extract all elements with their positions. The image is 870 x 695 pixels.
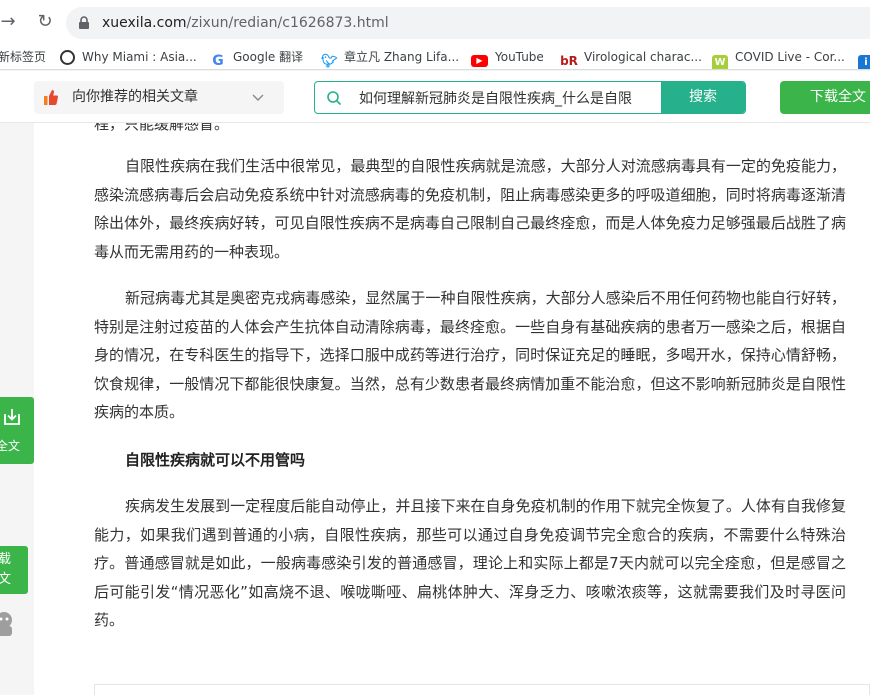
bookmark-why-miami[interactable]: Why Miami : Asia... — [60, 46, 197, 69]
article-cut-line: 程，只能缓解感冒。 — [94, 123, 230, 133]
bookmark-new-tab[interactable]: 新标签页 — [0, 46, 46, 69]
br-icon: bR — [560, 54, 578, 68]
w-icon: W — [712, 55, 728, 69]
download-side-label-2: 文 — [0, 572, 12, 587]
blue-icon: i — [858, 55, 870, 69]
download-full-text-button[interactable]: 下载全文 — [780, 81, 870, 114]
globe-icon — [60, 50, 75, 65]
bookmark-zhang-lifan[interactable]: 🐦︎ 章立凡 Zhang Lifa... — [321, 46, 459, 69]
article-body: 程，只能缓解感冒。 自限性疾病在我们生活中很常见，最典型的自限性疾病就是流感，大… — [34, 123, 870, 695]
bookmark-google-translate[interactable]: G Google 翻译 — [210, 46, 303, 69]
search-icon — [327, 91, 342, 106]
browser-toolbar: → ↻ xuexila.com/zixun/redian/c1626873.ht… — [0, 0, 870, 46]
bookmark-covid-live[interactable]: W COVID Live - Cor... — [712, 46, 845, 69]
recommend-dropdown[interactable]: 向你推荐的相关文章 — [34, 81, 284, 114]
search-input[interactable] — [359, 82, 661, 113]
article-paragraph: 自限性疾病在我们生活中很常见，最典型的自限性疾病就是流感，大部分人对流感病毒具有… — [94, 157, 846, 261]
download-side-button[interactable]: 载 文 — [0, 546, 28, 594]
lock-icon — [79, 16, 89, 29]
forward-arrow-icon[interactable]: → — [0, 10, 20, 34]
recommend-label: 向你推荐的相关文章 — [72, 89, 198, 105]
bookmark-blue[interactable]: i — [858, 46, 870, 69]
bookmark-youtube[interactable]: ▶ YouTube — [471, 46, 544, 69]
article-paragraph: 疾病发生发展到一定程度后能自动停止，并且接下来在自身免疫机制的作用下就完全恢复了… — [94, 497, 846, 630]
twitter-icon: 🐦︎ — [321, 54, 338, 69]
bookmark-virological[interactable]: bR Virological charac... — [560, 46, 702, 69]
google-icon: G — [212, 53, 224, 69]
url-text: xuexila.com/zixun/redian/c1626873.html — [102, 15, 389, 31]
bookmarks-bar: 新标签页 Why Miami : Asia... G Google 翻译 🐦︎ 章立… — [0, 46, 870, 70]
address-bar[interactable]: xuexila.com/zixun/redian/c1626873.html — [66, 7, 870, 39]
search-button[interactable]: 搜索 — [661, 82, 745, 113]
thumbs-up-icon — [44, 90, 58, 105]
chevron-down-icon — [252, 94, 264, 101]
youtube-icon: ▶ — [471, 55, 488, 67]
save-label: 全文 — [0, 439, 21, 453]
article-paragraph: 新冠病毒尤其是奥密克戎病毒感染，显然属于一种自限性疾病，大部分人感染后不用任何药… — [94, 289, 846, 422]
section-heading: 自限性疾病就可以不用管吗 — [125, 451, 306, 469]
save-full-text-button[interactable]: 全文 — [0, 397, 34, 464]
site-header: 向你推荐的相关文章 搜索 下载全文 — [0, 71, 870, 123]
reload-icon[interactable]: ↻ — [33, 10, 57, 34]
download-icon — [4, 409, 20, 425]
next-section-box — [94, 684, 870, 695]
search-box: 搜索 — [314, 81, 746, 114]
service-avatar-icon[interactable] — [0, 606, 20, 642]
download-side-label-1: 载 — [0, 552, 12, 567]
